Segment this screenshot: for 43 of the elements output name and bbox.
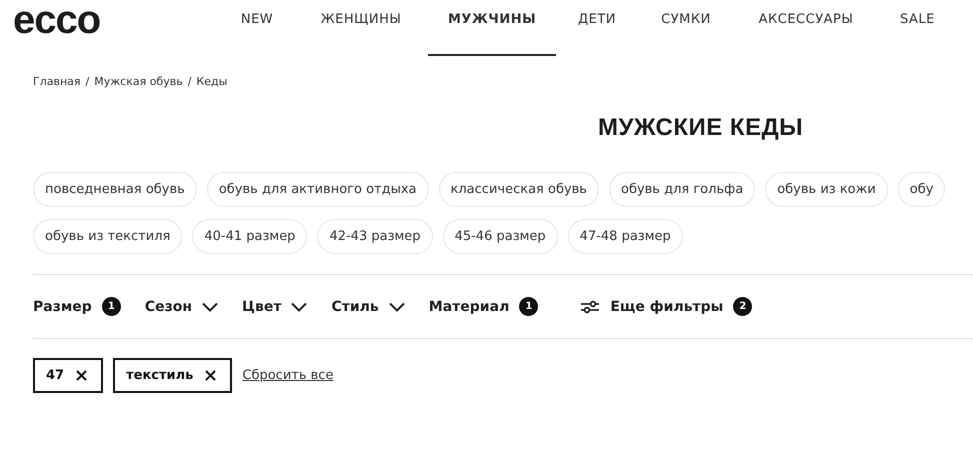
logo[interactable]: ecco — [13, 2, 238, 38]
nav-link[interactable]: NEW — [238, 0, 276, 56]
count-badge: 2 — [733, 297, 752, 316]
category-chip[interactable]: 42-43 размер — [317, 219, 433, 254]
chevron-down-icon — [291, 302, 308, 312]
category-chip[interactable]: 47-48 размер — [568, 219, 683, 254]
category-chip[interactable]: классическая обувь — [438, 172, 599, 207]
page-title: МУЖСКИЕ КЕДЫ — [598, 114, 804, 142]
nav-link[interactable]: МУЖЧИНЫ — [428, 0, 556, 56]
active-filter-tag[interactable]: 47 — [33, 358, 104, 393]
category-chip[interactable]: повседневная обувь — [33, 172, 197, 207]
chevron-down-icon — [202, 302, 218, 312]
nav-link[interactable]: АКСЕССУАРЫ — [752, 0, 860, 56]
breadcrumb-link[interactable]: Главная — [33, 75, 81, 88]
nav-link[interactable]: ЖЕНЩИНЫ — [316, 0, 406, 56]
reset-link[interactable]: Сбросить все — [242, 368, 334, 383]
category-chip[interactable]: обу — [898, 172, 946, 207]
category-chip[interactable]: 40-41 размер — [192, 219, 308, 254]
breadcrumb-link[interactable]: Мужская обувь — [94, 75, 183, 88]
category-chip[interactable]: обувь из текстиля — [33, 219, 182, 254]
nav-link[interactable]: ДЕТИ — [574, 0, 620, 56]
nav-link[interactable]: SALE — [900, 0, 935, 56]
breadcrumb-separator: / — [188, 75, 192, 88]
category-chip[interactable]: обувь для гольфа — [608, 172, 756, 207]
sliders-icon — [580, 300, 600, 314]
breadcrumb-current: Кеды — [196, 75, 228, 88]
count-badge: 1 — [102, 297, 121, 316]
filter-button[interactable]: Цвет — [242, 298, 308, 314]
filter-button[interactable]: Размер 1 — [33, 297, 121, 316]
filter-button[interactable]: Материал 1 — [428, 297, 538, 316]
chevron-down-icon — [388, 302, 405, 312]
filter-button[interactable]: Еще фильтры 2 — [580, 297, 752, 316]
nav-link[interactable]: СУМКИ — [656, 0, 716, 56]
filter-button[interactable]: Стиль — [331, 298, 405, 314]
category-chip[interactable]: 45-46 размер — [442, 219, 558, 254]
category-chip[interactable]: обувь из кожи — [765, 172, 888, 207]
close-icon — [76, 370, 88, 381]
filter-button[interactable]: Сезон — [144, 298, 218, 314]
category-chip[interactable]: обувь для активного отдыха — [206, 172, 429, 207]
breadcrumb-separator: / — [86, 75, 90, 88]
count-badge: 1 — [519, 297, 538, 316]
close-icon — [205, 370, 216, 381]
active-filter-tag[interactable]: текстиль — [113, 358, 232, 393]
